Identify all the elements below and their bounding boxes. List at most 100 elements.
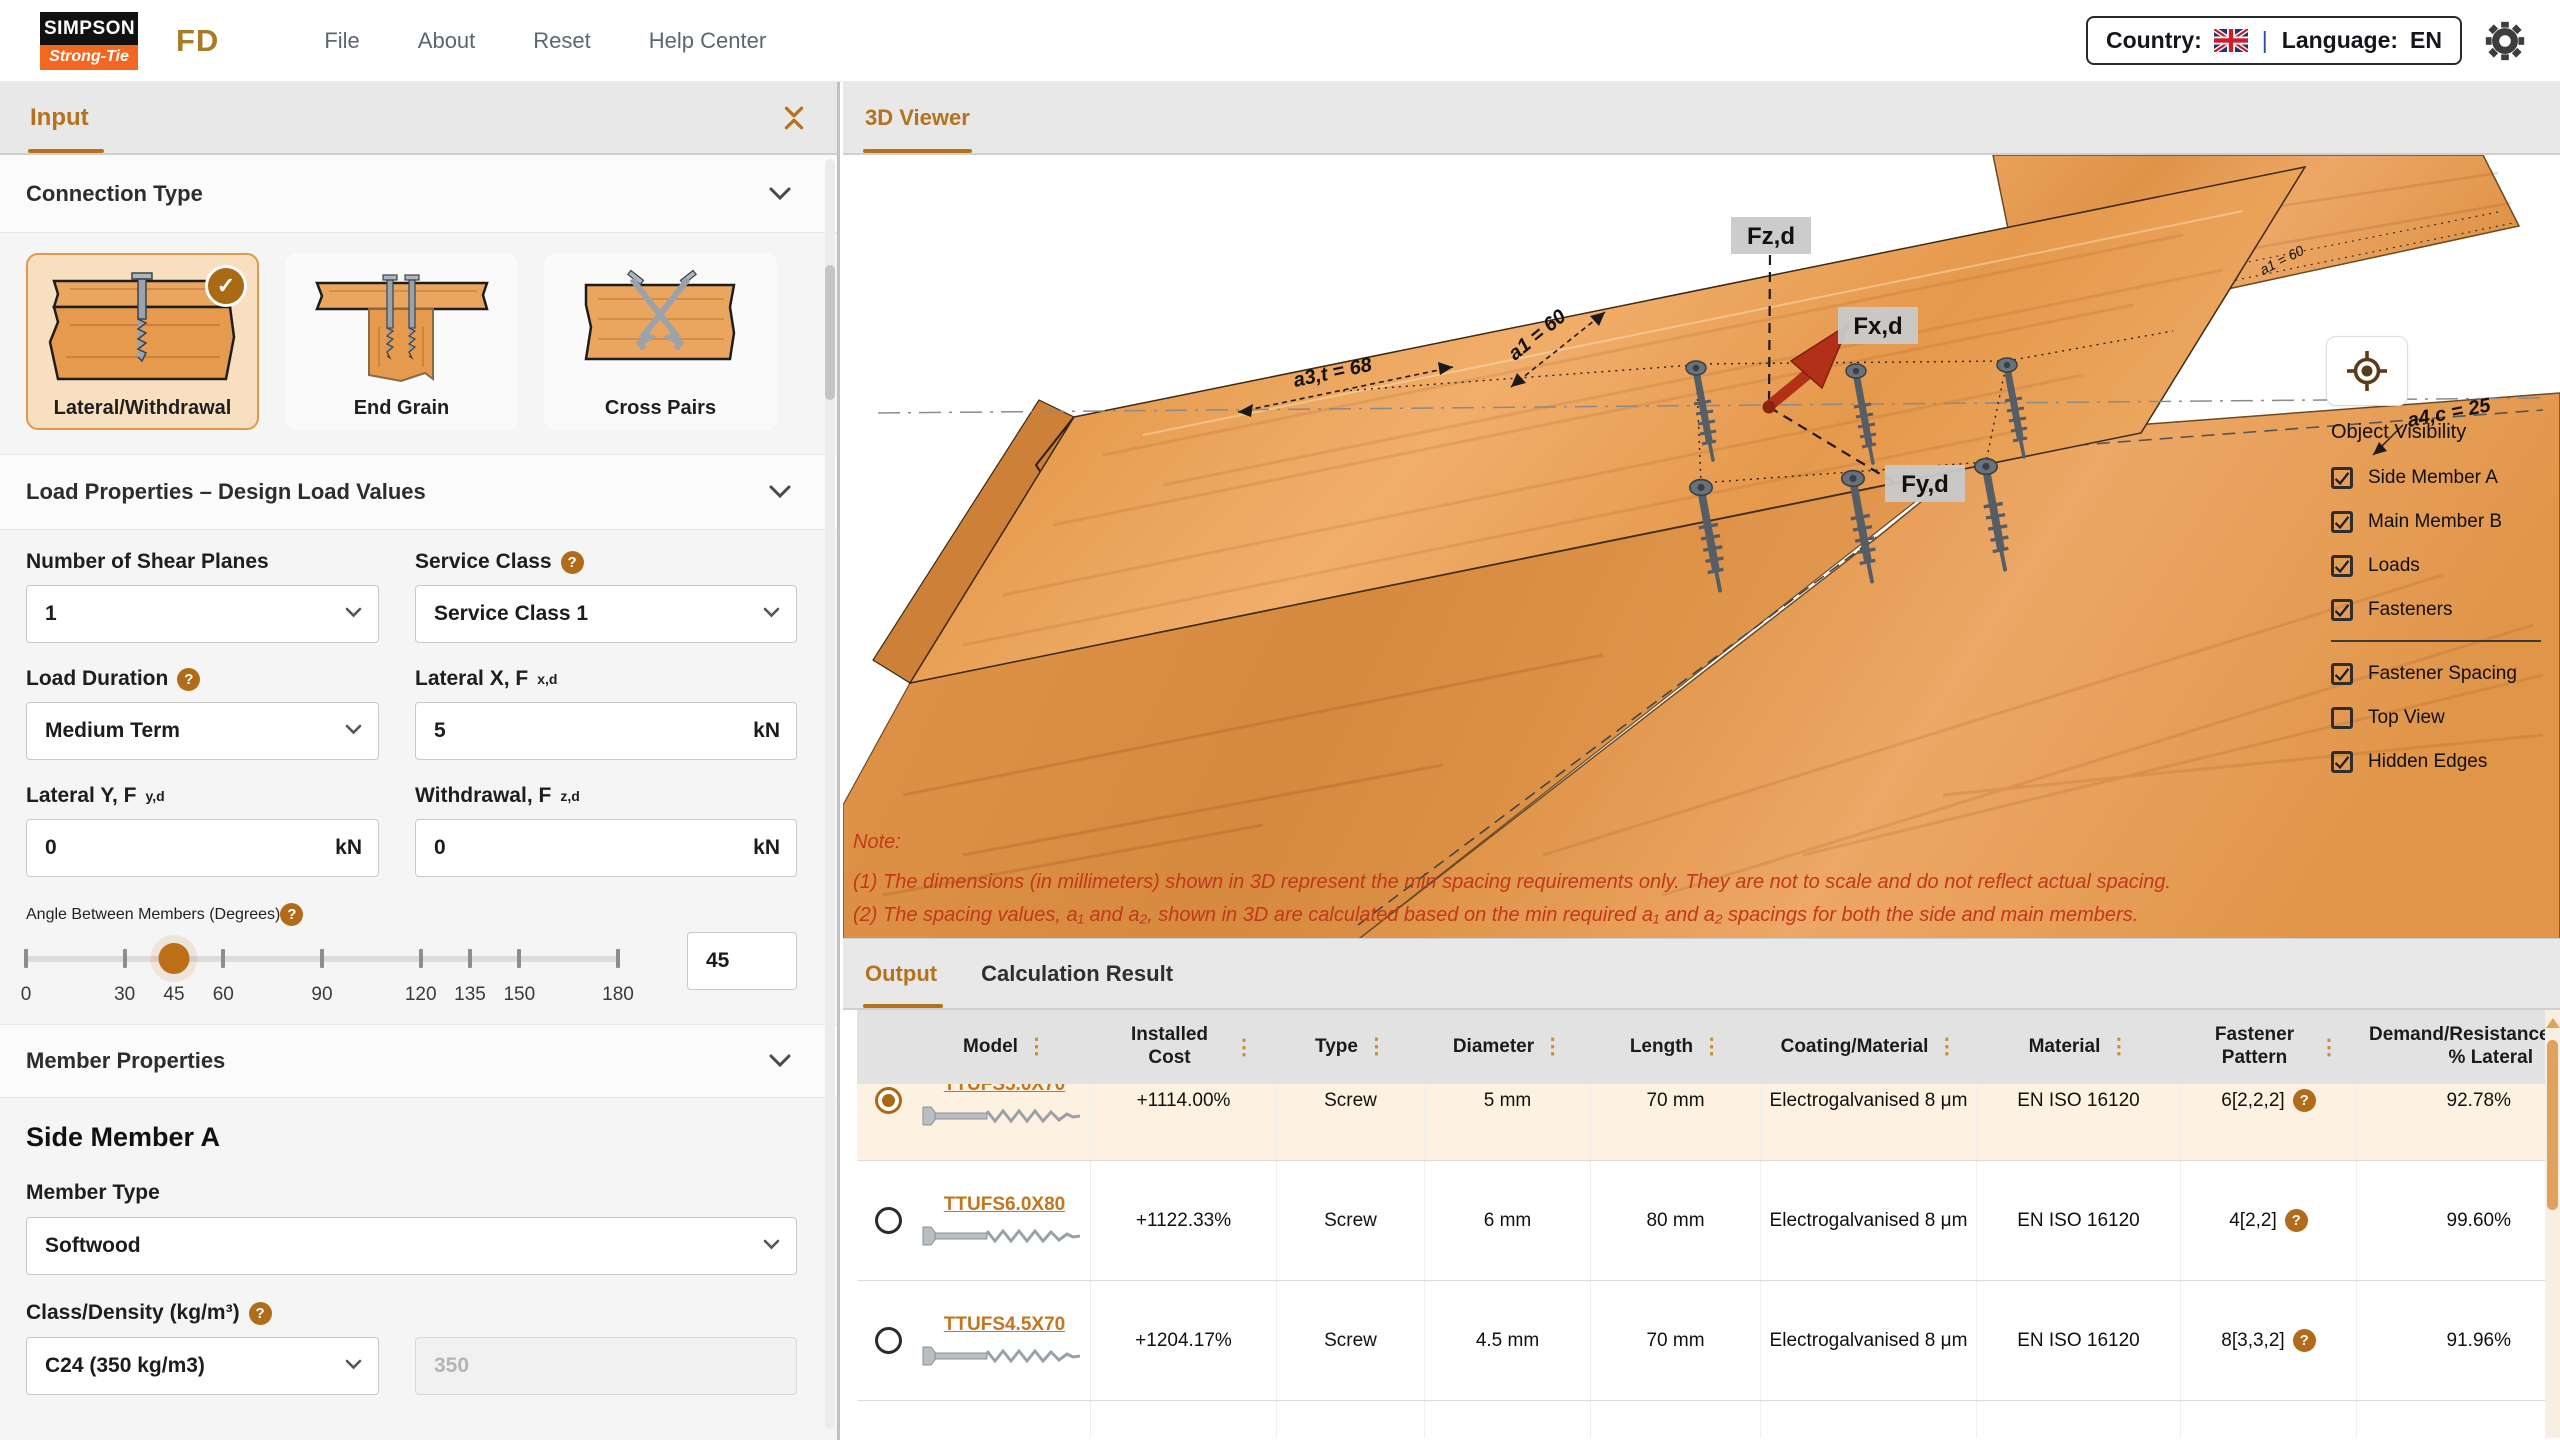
member-type-select[interactable]: Softwood: [26, 1217, 797, 1275]
help-icon[interactable]: [249, 1302, 272, 1325]
chevron-down-icon[interactable]: [769, 1054, 791, 1068]
column-menu-icon[interactable]: [1366, 1036, 1387, 1057]
country-language-button[interactable]: Country: | Language: EN: [2086, 16, 2462, 65]
checkbox[interactable]: [2331, 511, 2353, 533]
menu-about[interactable]: About: [418, 28, 476, 54]
help-icon[interactable]: [2293, 1329, 2316, 1352]
tab-input[interactable]: Input: [30, 82, 89, 153]
help-icon[interactable]: [177, 668, 200, 691]
object-visibility-panel: Object Visibility Side Member A Main Mem…: [2331, 421, 2559, 784]
settings-gear-icon[interactable]: [2482, 18, 2528, 64]
table-row[interactable]: TTUFS4.5X70 +1204.17% Screw 4.5 mm 70 mm…: [857, 1281, 2545, 1401]
3d-canvas[interactable]: a2 = 40 a1 = 60 a3,o = 50: [843, 155, 2560, 938]
recenter-view-button[interactable]: [2326, 336, 2408, 406]
table-scrollbar[interactable]: [2545, 1010, 2560, 1438]
lateral-x-input[interactable]: [434, 719, 778, 743]
column-menu-icon[interactable]: [1234, 1037, 1255, 1058]
help-icon[interactable]: [561, 551, 584, 574]
column-menu-icon[interactable]: [1026, 1036, 1047, 1057]
screw-thumbnail: [920, 1224, 1090, 1248]
row-radio[interactable]: [875, 1087, 902, 1114]
checkbox[interactable]: [2331, 467, 2353, 489]
model-link[interactable]: TTUFS4.5X70: [944, 1314, 1065, 1336]
card-lateral-withdrawal[interactable]: ✓ Lateral/Withdrawal: [26, 253, 259, 430]
section-connection-type[interactable]: Connection Type: [0, 155, 837, 233]
load-properties-form: Number of Shear Planes 1 Service Class S…: [0, 530, 837, 1024]
chevron-down-icon: [345, 605, 362, 623]
checkbox[interactable]: [2331, 707, 2353, 729]
header-type[interactable]: Type: [1277, 1036, 1425, 1059]
toggle-main-member-b[interactable]: Main Member B: [2331, 500, 2559, 544]
column-menu-icon[interactable]: [1701, 1036, 1722, 1057]
density-field: [415, 1337, 797, 1395]
column-menu-icon[interactable]: [1936, 1036, 1957, 1057]
help-icon[interactable]: [280, 903, 303, 926]
tab-output[interactable]: Output: [865, 939, 937, 1008]
note-title: Note:: [853, 831, 2413, 854]
unit-kn: kN: [753, 719, 780, 743]
chevron-down-icon[interactable]: [769, 485, 791, 499]
angle-slider[interactable]: 0 30 45 60 90 120 135 150 180: [26, 932, 618, 1018]
collapse-panel-icon[interactable]: [781, 105, 807, 131]
lateral-y-input[interactable]: [45, 836, 360, 860]
service-class-select[interactable]: Service Class 1: [415, 585, 797, 643]
toggle-fasteners[interactable]: Fasteners: [2331, 588, 2559, 632]
language-value: EN: [2410, 27, 2442, 54]
toggle-loads[interactable]: Loads: [2331, 544, 2559, 588]
angle-label: Angle Between Members (Degrees): [26, 906, 280, 923]
table-row[interactable]: TTUFS6.0X80 +1122.33% Screw 6 mm 80 mm E…: [857, 1161, 2545, 1281]
header-material[interactable]: Material: [1977, 1036, 2181, 1059]
shear-planes-select[interactable]: 1: [26, 585, 379, 643]
panel-scrollbar-thumb[interactable]: [825, 265, 835, 400]
checkbox[interactable]: [2331, 663, 2353, 685]
3d-viewer: a2 = 40 a1 = 60 a3,o = 50: [843, 155, 2560, 938]
section-member-properties[interactable]: Member Properties: [0, 1024, 837, 1098]
class-density-select[interactable]: C24 (350 kg/m3): [26, 1337, 379, 1395]
model-link[interactable]: TTUFS5.0X70: [944, 1084, 1065, 1096]
load-duration-select[interactable]: Medium Term: [26, 702, 379, 760]
header-demand-resistance[interactable]: Demand/Resistance % Lateral: [2357, 1024, 2545, 1070]
withdrawal-input[interactable]: [434, 836, 778, 860]
card-end-grain[interactable]: ✓ End Grain: [285, 253, 518, 430]
scrollbar-thumb[interactable]: [2547, 1040, 2558, 1210]
language-label: Language:: [2282, 27, 2398, 54]
section-load-properties[interactable]: Load Properties – Design Load Values: [0, 454, 837, 530]
chevron-down-icon[interactable]: [769, 187, 791, 201]
input-panel: Input Connection Type ✓: [0, 82, 840, 1440]
menu-reset[interactable]: Reset: [533, 28, 590, 54]
model-link[interactable]: TTUFS6.0X80: [944, 1194, 1065, 1216]
header-length[interactable]: Length: [1591, 1036, 1761, 1059]
tab-calculation-result[interactable]: Calculation Result: [981, 939, 1173, 1008]
shear-planes-label: Number of Shear Planes: [26, 550, 269, 574]
row-radio[interactable]: [875, 1207, 902, 1234]
help-icon[interactable]: [2293, 1089, 2316, 1112]
toggle-side-member-a[interactable]: Side Member A: [2331, 456, 2559, 500]
lateral-y-label: Lateral Y, F: [26, 784, 137, 808]
column-menu-icon[interactable]: [2108, 1036, 2129, 1057]
header-fastener-pattern[interactable]: Fastener Pattern: [2181, 1024, 2357, 1070]
card-cross-pairs[interactable]: ✓ Cross Pairs: [544, 253, 777, 430]
active-tab-underline: [863, 1004, 943, 1008]
angle-slider-handle[interactable]: [159, 943, 190, 974]
column-menu-icon[interactable]: [2319, 1037, 2340, 1058]
checkbox[interactable]: [2331, 751, 2353, 773]
scroll-up-arrow-icon[interactable]: [2545, 1010, 2560, 1036]
toggle-hidden-edges[interactable]: Hidden Edges: [2331, 740, 2559, 784]
toggle-top-view[interactable]: Top View: [2331, 696, 2559, 740]
tab-3d-viewer[interactable]: 3D Viewer: [865, 82, 970, 153]
table-row[interactable]: TTUFS6.0X90: [857, 1401, 2545, 1438]
table-row[interactable]: TTUFS5.0X70 +1114.00% Screw 5 mm 70 mm E…: [857, 1084, 2545, 1161]
row-radio[interactable]: [875, 1327, 902, 1354]
help-icon[interactable]: [2285, 1209, 2308, 1232]
checkbox[interactable]: [2331, 599, 2353, 621]
column-menu-icon[interactable]: [1542, 1036, 1563, 1057]
angle-value-input[interactable]: [706, 949, 778, 973]
header-coating-material[interactable]: Coating/Material: [1761, 1036, 1977, 1059]
header-diameter[interactable]: Diameter: [1425, 1036, 1591, 1059]
header-installed-cost[interactable]: Installed Cost: [1091, 1024, 1277, 1070]
toggle-fastener-spacing[interactable]: Fastener Spacing: [2331, 652, 2559, 696]
checkbox[interactable]: [2331, 555, 2353, 577]
menu-file[interactable]: File: [324, 28, 359, 54]
header-model[interactable]: Model: [919, 1036, 1091, 1059]
menu-help-center[interactable]: Help Center: [649, 28, 766, 54]
